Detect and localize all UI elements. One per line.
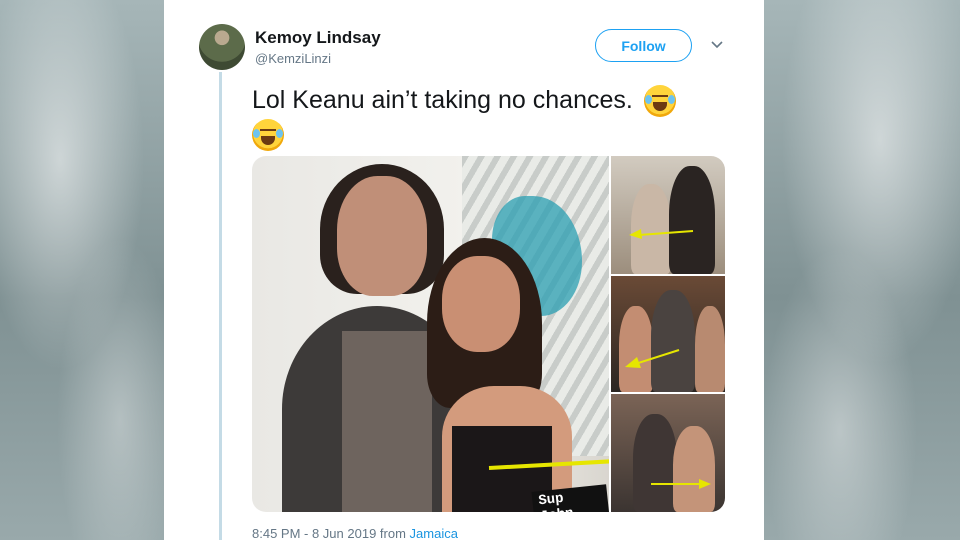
- tweet-photo-4[interactable]: [611, 394, 725, 512]
- tweet-location-link[interactable]: Jamaica: [410, 526, 458, 540]
- tweet-photo-main[interactable]: Sup John Wick: [252, 156, 609, 512]
- tweet-text: Lol Keanu ain’t taking no chances.: [252, 84, 712, 151]
- tears-of-joy-icon: [643, 85, 676, 118]
- man-figure-shirt: [342, 331, 432, 512]
- author-name[interactable]: Kemoy Lindsay: [255, 28, 381, 48]
- thread-line: [219, 72, 222, 540]
- arrow-annotation-icon: [629, 229, 694, 239]
- figure-silhouette: [669, 166, 715, 274]
- follow-button[interactable]: Follow: [595, 29, 692, 62]
- tweet-footer: 8:45 PM - 8 Jun 2019 from Jamaica: [252, 526, 458, 540]
- author-handle[interactable]: @KemziLinzi: [255, 51, 331, 66]
- arrow-annotation-icon: [488, 459, 609, 470]
- tears-of-joy-icon: [252, 118, 284, 151]
- woman-figure-head: [442, 256, 520, 352]
- tweet-card: Kemoy Lindsay @KemziLinzi Follow Lol Kea…: [164, 0, 764, 540]
- chevron-down-icon[interactable]: [710, 38, 724, 52]
- man-figure-head: [337, 176, 427, 296]
- figure-silhouette: [651, 290, 695, 392]
- arrow-annotation-icon: [625, 349, 680, 368]
- figure-silhouette: [695, 306, 725, 392]
- tweet-photo-3[interactable]: [611, 276, 725, 392]
- tweet-photo-2[interactable]: [611, 156, 725, 274]
- avatar[interactable]: [199, 24, 245, 70]
- figure-silhouette: [633, 414, 677, 512]
- figure-silhouette: [673, 426, 715, 512]
- tweet-timestamp[interactable]: 8:45 PM - 8 Jun 2019 from: [252, 526, 406, 540]
- tweet-text-content: Lol Keanu ain’t taking no chances.: [252, 86, 633, 114]
- arrow-annotation-icon: [651, 479, 711, 489]
